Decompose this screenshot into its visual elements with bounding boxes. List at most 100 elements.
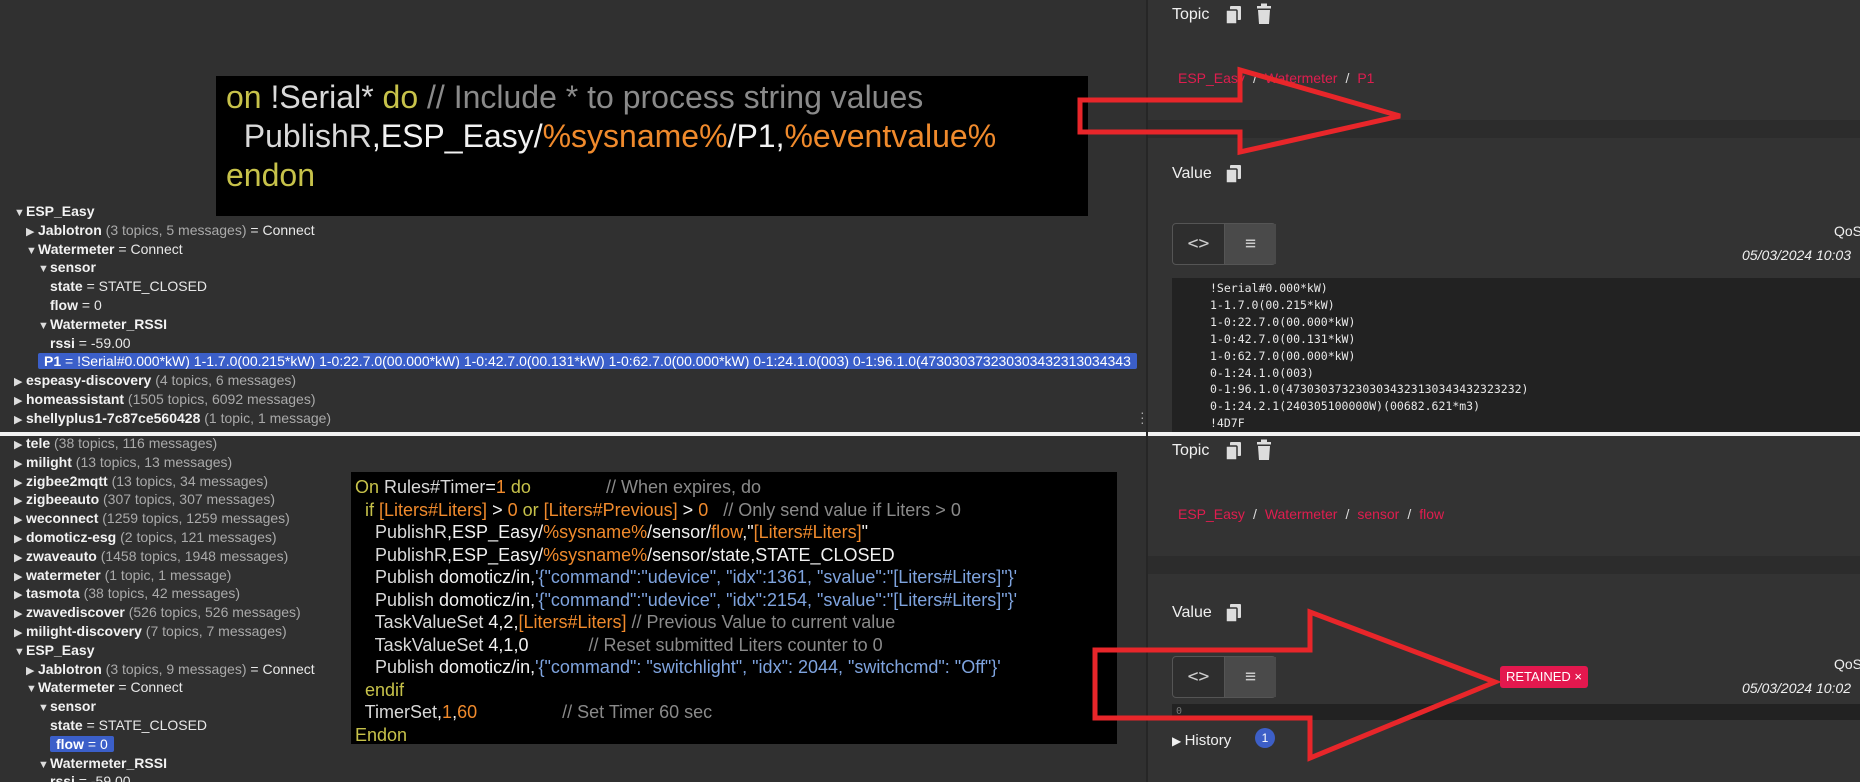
- tree-node[interactable]: ▶ watermeter (1 topic, 1 message): [14, 566, 231, 586]
- tree-node[interactable]: rssi = -59.00: [50, 334, 131, 352]
- breadcrumb-link[interactable]: ESP_Easy: [1178, 506, 1245, 522]
- breadcrumb-link[interactable]: ESP_Easy: [1178, 70, 1245, 86]
- collapsed-icon[interactable]: ▶: [14, 549, 26, 567]
- breadcrumb-link[interactable]: Watermeter: [1265, 70, 1338, 86]
- expanded-icon[interactable]: ▼: [38, 756, 50, 774]
- tree-node[interactable]: state = STATE_CLOSED: [50, 277, 207, 295]
- tree-node[interactable]: ▼Watermeter_RSSI: [38, 315, 167, 335]
- tree-node[interactable]: rssi = -59.00: [50, 772, 131, 782]
- tree-node[interactable]: ▼Watermeter = Connect: [26, 678, 183, 698]
- tree-node-key: Watermeter_RSSI: [50, 754, 167, 771]
- code-line: PublishR,ESP_Easy/%sysname%/sensor/flow,…: [355, 521, 1113, 544]
- tree-node[interactable]: ▶ milight (13 topics, 13 messages): [14, 453, 232, 473]
- retained-badge[interactable]: RETAINED ×: [1500, 666, 1588, 688]
- collapsed-icon[interactable]: ▶: [14, 586, 26, 604]
- tree-node[interactable]: ▼ESP_Easy: [14, 641, 95, 661]
- collapsed-icon[interactable]: ▶: [26, 662, 38, 680]
- tree-node-key: tasmota: [26, 585, 80, 602]
- collapsed-icon[interactable]: ▶: [14, 455, 26, 473]
- tree-node[interactable]: ▶ milight-discovery (7 topics, 7 messages…: [14, 622, 287, 642]
- code-line: On Rules#Timer=1 do // When expires, do: [355, 476, 1113, 499]
- collapsed-icon[interactable]: ▶: [14, 392, 26, 410]
- rule-code-bottom: On Rules#Timer=1 do // When expires, do …: [351, 472, 1117, 745]
- tree-node[interactable]: ▶ Jablotron (3 topics, 9 messages) = Conn…: [26, 660, 315, 680]
- tree-node[interactable]: ▼Watermeter_RSSI: [38, 754, 167, 774]
- breadcrumb-separator: /: [1252, 506, 1257, 522]
- collapsed-icon[interactable]: ▶: [26, 223, 38, 241]
- expanded-icon[interactable]: ▼: [38, 317, 50, 335]
- code-token: endif: [355, 679, 405, 700]
- tree-node[interactable]: ▶ zigbeeauto (307 topics, 307 messages): [14, 490, 275, 510]
- tree-node[interactable]: ▶ tele (38 topics, 116 messages): [14, 436, 217, 454]
- tree-node-key: homeassistant: [26, 391, 125, 407]
- code-token: %eventvalue%: [784, 118, 997, 154]
- copy-icon[interactable]: [1224, 4, 1244, 26]
- collapsed-icon[interactable]: ▶: [14, 605, 26, 623]
- code-token: %sysname%: [542, 118, 728, 154]
- tree-node[interactable]: ▶ espeasy-discovery (4 topics, 6 messages…: [14, 371, 296, 391]
- formatted-view-icon[interactable]: ≡: [1224, 657, 1276, 697]
- tree-node[interactable]: ▼Watermeter = Connect: [26, 240, 183, 260]
- payload-view[interactable]: 0: [1172, 704, 1860, 720]
- collapsed-icon[interactable]: ▶: [14, 474, 26, 492]
- collapsed-icon[interactable]: ▶: [14, 492, 26, 510]
- raw-view-icon[interactable]: <>: [1173, 224, 1224, 264]
- tree-node[interactable]: ▼sensor: [38, 258, 96, 278]
- breadcrumb-link[interactable]: flow: [1419, 506, 1444, 522]
- code-token: %sysname%: [543, 522, 648, 542]
- history-count-badge: 1: [1255, 728, 1275, 748]
- tree-node[interactable]: ▶ tasmota (38 topics, 42 messages): [14, 584, 240, 604]
- code-token: %sysname%: [543, 544, 648, 565]
- collapsed-icon[interactable]: ▶: [14, 568, 26, 586]
- raw-view-icon[interactable]: <>: [1173, 657, 1224, 697]
- tree-node-count: (526 topics, 526 messages): [124, 604, 301, 621]
- tree-node[interactable]: ▶ zwavediscover (526 topics, 526 messages…: [14, 603, 301, 623]
- tree-node[interactable]: flow = 0: [50, 735, 114, 753]
- collapsed-icon[interactable]: ▶: [14, 436, 26, 454]
- tree-node[interactable]: ▼sensor: [38, 697, 96, 717]
- collapsed-icon[interactable]: ▶: [14, 411, 26, 429]
- history-toggle[interactable]: ▶ History: [1172, 732, 1231, 749]
- code-token: =: [485, 477, 496, 497]
- tree-node[interactable]: ▶ shellyplus1-7c87ce560428 (1 topic, 1 me…: [14, 409, 331, 429]
- tree-node[interactable]: ▶ homeassistant (1505 topics, 6092 messag…: [14, 390, 316, 410]
- tree-node[interactable]: ▶ weconnect (1259 topics, 1259 messages): [14, 509, 290, 529]
- breadcrumb-separator: /: [1345, 70, 1350, 86]
- copy-icon[interactable]: [1224, 602, 1244, 624]
- breadcrumb-separator: /: [1407, 506, 1412, 522]
- breadcrumb-link[interactable]: sensor: [1357, 506, 1399, 522]
- expanded-icon[interactable]: ▼: [26, 680, 38, 698]
- collapsed-icon[interactable]: ▶: [14, 530, 26, 548]
- view-mode-toggle[interactable]: <> ≡: [1172, 223, 1276, 265]
- tree-node-key: Watermeter_RSSI: [50, 315, 167, 332]
- breadcrumb-link[interactable]: P1: [1357, 70, 1374, 86]
- collapsed-icon[interactable]: ▶: [14, 373, 26, 391]
- view-mode-toggle[interactable]: <> ≡: [1172, 656, 1276, 698]
- expanded-icon[interactable]: ▼: [14, 204, 26, 222]
- tree-node[interactable]: flow = 0: [50, 296, 102, 314]
- tree-node[interactable]: ▶ zigbee2mqtt (13 topics, 34 messages): [14, 472, 268, 492]
- delete-icon[interactable]: [1254, 439, 1274, 461]
- collapsed-icon[interactable]: ▶: [14, 624, 26, 642]
- expanded-icon[interactable]: ▼: [26, 242, 38, 260]
- copy-icon[interactable]: [1224, 163, 1244, 185]
- expanded-icon[interactable]: ▼: [38, 699, 50, 717]
- formatted-view-icon[interactable]: ≡: [1224, 224, 1276, 264]
- collapsed-icon[interactable]: ▶: [14, 511, 26, 529]
- tree-node[interactable]: P1 = !Serial#0.000*kW) 1-1.7.0(00.215*kW…: [38, 352, 1137, 370]
- delete-icon[interactable]: [1254, 3, 1274, 25]
- drag-handle-icon[interactable]: · · ·: [1140, 405, 1145, 429]
- tree-node[interactable]: ▼ESP_Easy: [14, 202, 95, 222]
- payload-view[interactable]: !Serial#0.000*kW) 1-1.7.0(00.215*kW) 1-0…: [1172, 278, 1860, 432]
- tree-node[interactable]: ▶ domoticz-esg (2 topics, 121 messages): [14, 528, 277, 548]
- tree-node[interactable]: ▶ zwaveauto (1458 topics, 1948 messages): [14, 547, 288, 567]
- tree-node[interactable]: state = STATE_CLOSED: [50, 716, 207, 734]
- tree-node-key: ESP_Easy: [26, 203, 95, 219]
- copy-icon[interactable]: [1224, 440, 1244, 462]
- expanded-icon[interactable]: ▼: [14, 643, 26, 661]
- expanded-icon[interactable]: ▼: [38, 260, 50, 278]
- tree-node-count: (4 topics, 6 messages): [151, 372, 297, 389]
- breadcrumb-link[interactable]: Watermeter: [1265, 506, 1338, 522]
- code-token: PublishR: [355, 544, 448, 565]
- tree-node[interactable]: ▶ Jablotron (3 topics, 5 messages) = Conn…: [26, 221, 315, 241]
